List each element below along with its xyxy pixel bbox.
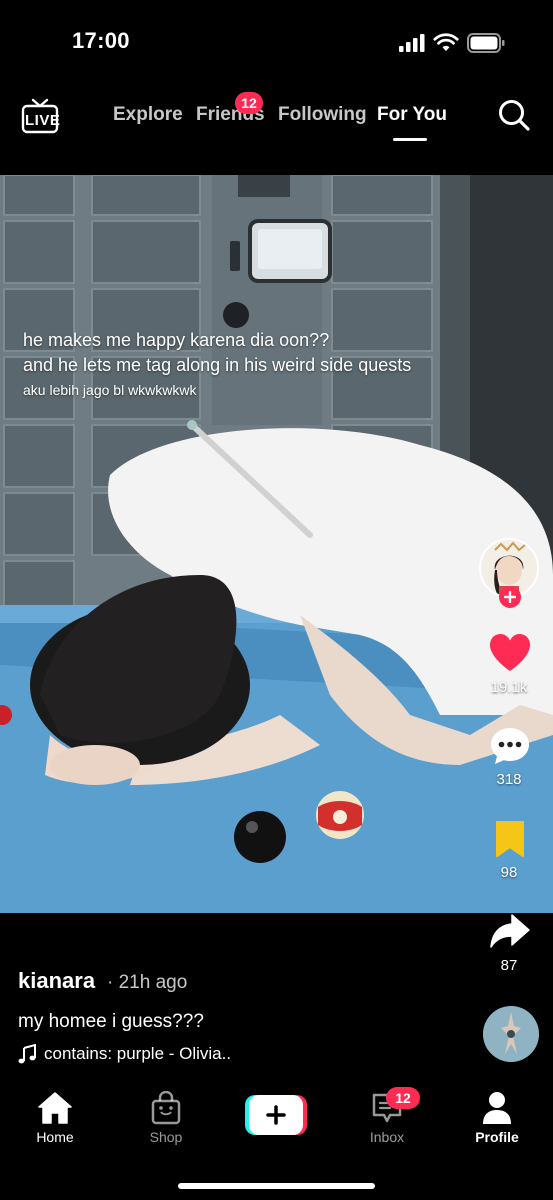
nav-profile[interactable]: Profile <box>457 1091 537 1145</box>
active-tab-indicator <box>393 138 427 141</box>
bookmark-icon <box>496 821 524 857</box>
friends-badge: 12 <box>235 92 263 114</box>
tab-for-you[interactable]: For You <box>377 104 447 126</box>
signal-icon <box>399 34 425 52</box>
share-count: 87 <box>500 957 518 974</box>
video-caption-line-1: he makes me happy karena dia oon?? <box>23 330 330 350</box>
home-icon <box>38 1092 72 1124</box>
live-label: LIVE <box>25 112 61 129</box>
battery-icon <box>467 33 505 53</box>
video-caption-line-3: aku lebih jago bl wkwkwkwk <box>23 382 197 398</box>
post-description: my homee i guess??? <box>18 1011 204 1032</box>
post-time: · 21h ago <box>107 972 188 993</box>
create-button[interactable] <box>245 1095 307 1135</box>
video-caption-line-2: and he lets me tag along in his weird si… <box>23 355 412 375</box>
comment-count: 318 <box>496 771 522 788</box>
heart-icon <box>490 634 530 671</box>
search-button[interactable] <box>497 98 531 132</box>
tab-following[interactable]: Following <box>278 104 367 126</box>
status-time: 17:00 <box>72 28 130 53</box>
save-button[interactable] <box>494 820 526 863</box>
nav-profile-label: Profile <box>475 1129 519 1145</box>
status-icons <box>399 32 505 54</box>
music-title: contains: purple - Olivia.. <box>44 1044 232 1063</box>
like-count: 19.1k <box>490 679 528 696</box>
wifi-icon <box>433 33 459 51</box>
search-icon <box>499 100 530 131</box>
author-username[interactable]: kianara <box>18 968 95 994</box>
nav-home-label: Home <box>36 1129 74 1145</box>
nav-inbox-label: Inbox <box>369 1129 405 1145</box>
shopping-bag-icon <box>151 1091 181 1125</box>
nav-home[interactable]: Home <box>15 1091 95 1145</box>
music-info[interactable]: contains: purple - Olivia.. <box>18 1044 231 1064</box>
music-note-icon <box>18 1044 36 1064</box>
music-disc[interactable] <box>483 1006 539 1062</box>
follow-plus-button[interactable] <box>499 586 521 608</box>
share-button[interactable] <box>489 913 531 956</box>
nav-shop[interactable]: Shop <box>126 1091 206 1145</box>
video-frame-image <box>0 175 553 913</box>
like-button[interactable] <box>488 633 532 678</box>
create-plus-icon <box>245 1095 307 1135</box>
video-player[interactable]: he makes me happy karena dia oon?? and h… <box>0 175 553 913</box>
plus-icon <box>504 591 516 603</box>
profile-icon <box>483 1092 511 1124</box>
comment-button[interactable] <box>489 726 531 771</box>
music-disc-image <box>483 1006 539 1062</box>
top-nav: LIVE Explore Friends 12 Following For Yo… <box>0 90 553 146</box>
comment-icon <box>491 728 529 764</box>
home-indicator <box>178 1183 375 1189</box>
tab-explore[interactable]: Explore <box>113 104 183 126</box>
save-count: 98 <box>500 864 518 881</box>
inbox-badge: 12 <box>386 1087 420 1109</box>
share-icon <box>490 914 530 948</box>
nav-shop-label: Shop <box>149 1129 183 1145</box>
live-button[interactable]: LIVE <box>20 98 60 134</box>
